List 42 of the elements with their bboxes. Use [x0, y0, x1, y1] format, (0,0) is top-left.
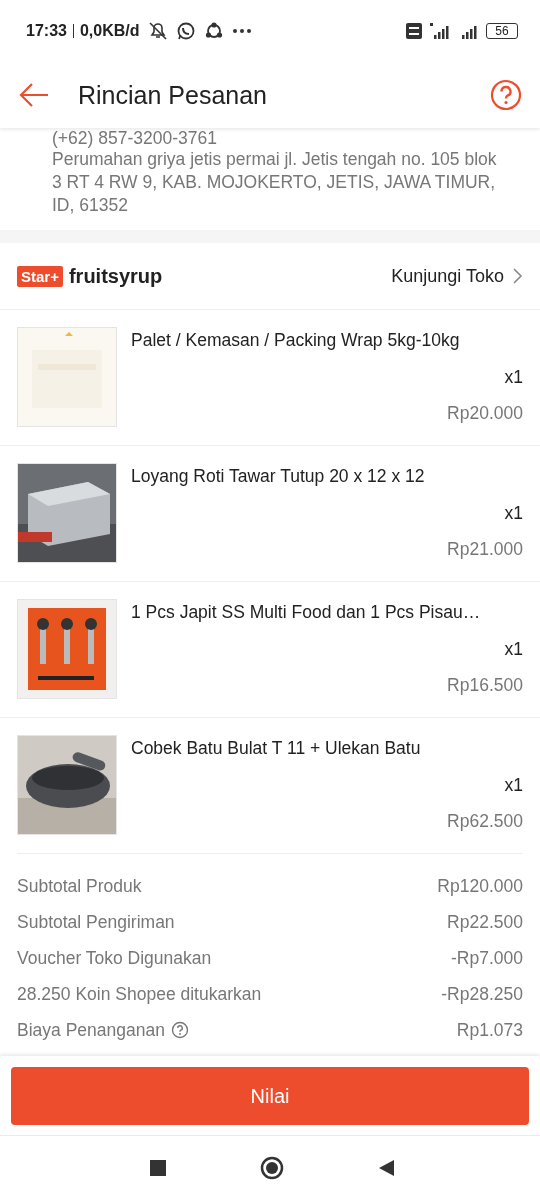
summary-label: Subtotal Produk — [17, 875, 142, 897]
chevron-icon — [512, 267, 523, 285]
muted-bell-icon — [147, 21, 168, 41]
summary-label: Subtotal Pengiriman — [17, 911, 175, 933]
product-price: Rp21.000 — [447, 538, 523, 561]
sync-icon — [203, 21, 224, 41]
shop-name: fruitsyrup — [68, 264, 164, 288]
more-icon — [231, 26, 252, 36]
back-icon[interactable] — [378, 1160, 394, 1176]
summary-value: -Rp7.000 — [451, 947, 523, 969]
summary-label: Voucher Toko Digunakan — [17, 947, 212, 969]
data-rate: 0,0KB/d — [79, 22, 140, 40]
product-quantity: x1 — [504, 638, 523, 661]
battery-level: 56 — [486, 23, 518, 39]
help-icon[interactable] — [490, 79, 522, 111]
product-name: Loyang Roti Tawar Tutup 20 x 12 x 12 — [131, 465, 426, 488]
product-name: Cobek Batu Bulat T 11 + Ulekan Batu — [131, 737, 422, 760]
product-quantity: x1 — [504, 774, 523, 797]
product-quantity: x1 — [504, 366, 523, 389]
summary-label: 28.250 Koin Shopee ditukarkan — [17, 983, 262, 1005]
product-price: Rp62.500 — [447, 810, 523, 833]
signal-icon — [430, 23, 450, 39]
home-icon[interactable] — [260, 1156, 284, 1180]
product-name: Palet / Kemasan / Packing Wrap 5kg-10kg — [131, 329, 461, 352]
summary-label: Biaya Penanganan — [17, 1019, 165, 1041]
shop-badge: Star+ — [17, 265, 63, 287]
product-quantity: x1 — [504, 502, 523, 525]
product-price: Rp16.500 — [447, 674, 523, 697]
summary-value: Rp22.500 — [447, 911, 523, 933]
summary-value: Rp120.000 — [437, 875, 523, 897]
address-text: Perumahan griya jetis permai jl. Jetis tengah no. 105 blok 3 RT 4 RW 9, KAB. MOJOKERTO, JETIS, JAWA TIMUR, ID, 61352 — [52, 148, 498, 217]
rate-button[interactable]: Nilai — [11, 1067, 529, 1125]
help-icon[interactable] — [170, 1021, 189, 1039]
phone-number: (+62) 857-3200-3761 — [52, 128, 218, 148]
page-title: Rincian Pesanan — [78, 80, 268, 110]
chat-bubble-icon — [175, 21, 196, 41]
product-name: 1 Pcs Japit SS Multi Food dan 1 Pcs Pisau… — [131, 601, 482, 624]
summary-value: -Rp28.250 — [441, 983, 523, 1005]
product-price: Rp20.000 — [447, 402, 523, 425]
clock-time: 17:33 — [26, 22, 67, 40]
summary-value: Rp1.073 — [456, 1019, 523, 1041]
visit-shop-link[interactable]: Kunjungi Toko — [391, 265, 523, 287]
